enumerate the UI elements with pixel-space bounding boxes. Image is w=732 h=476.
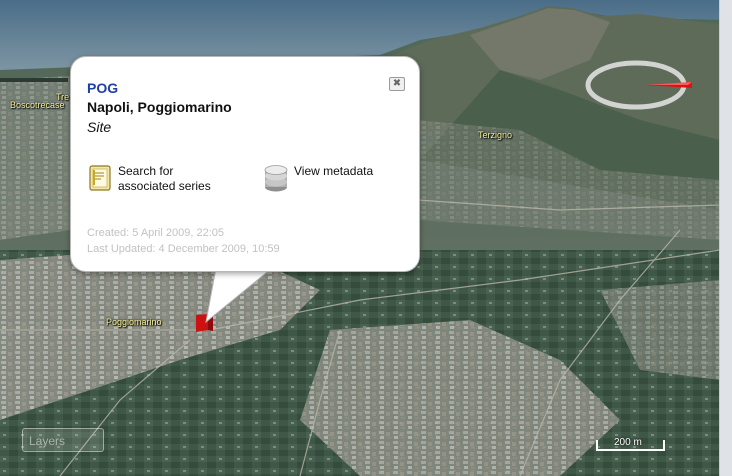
search-series-link[interactable]: Search for associated series	[89, 164, 230, 194]
close-icon[interactable]: ✖	[389, 77, 405, 91]
place-label-tre[interactable]: Tre	[56, 92, 69, 102]
window-edge	[719, 0, 732, 476]
search-series-label: Search for associated series	[118, 164, 211, 193]
created-timestamp: Created: 5 April 2009, 22:05	[87, 227, 224, 239]
view-metadata-link[interactable]: View metadata	[263, 164, 406, 193]
updated-timestamp: Last Updated: 4 December 2009, 10:59	[87, 243, 280, 255]
database-icon	[264, 165, 288, 192]
site-marker-icon[interactable]	[194, 312, 214, 334]
site-code: POG	[87, 80, 119, 96]
place-label-poggiomarino[interactable]: Poggiomarino	[106, 317, 162, 327]
layers-button[interactable]: Layers	[22, 428, 104, 452]
view-metadata-label: View metadata	[294, 164, 374, 178]
site-name: Napoli, Poggiomarino	[87, 99, 232, 115]
site-type: Site	[87, 119, 112, 135]
document-search-icon	[89, 165, 111, 191]
compass-icon[interactable]	[584, 57, 694, 113]
scale-label: 200 m	[614, 437, 642, 448]
info-balloon: ✖ POG Napoli, Poggiomarino Site Search f…	[70, 56, 420, 272]
place-label-terzigno[interactable]: Terzigno	[478, 130, 512, 140]
